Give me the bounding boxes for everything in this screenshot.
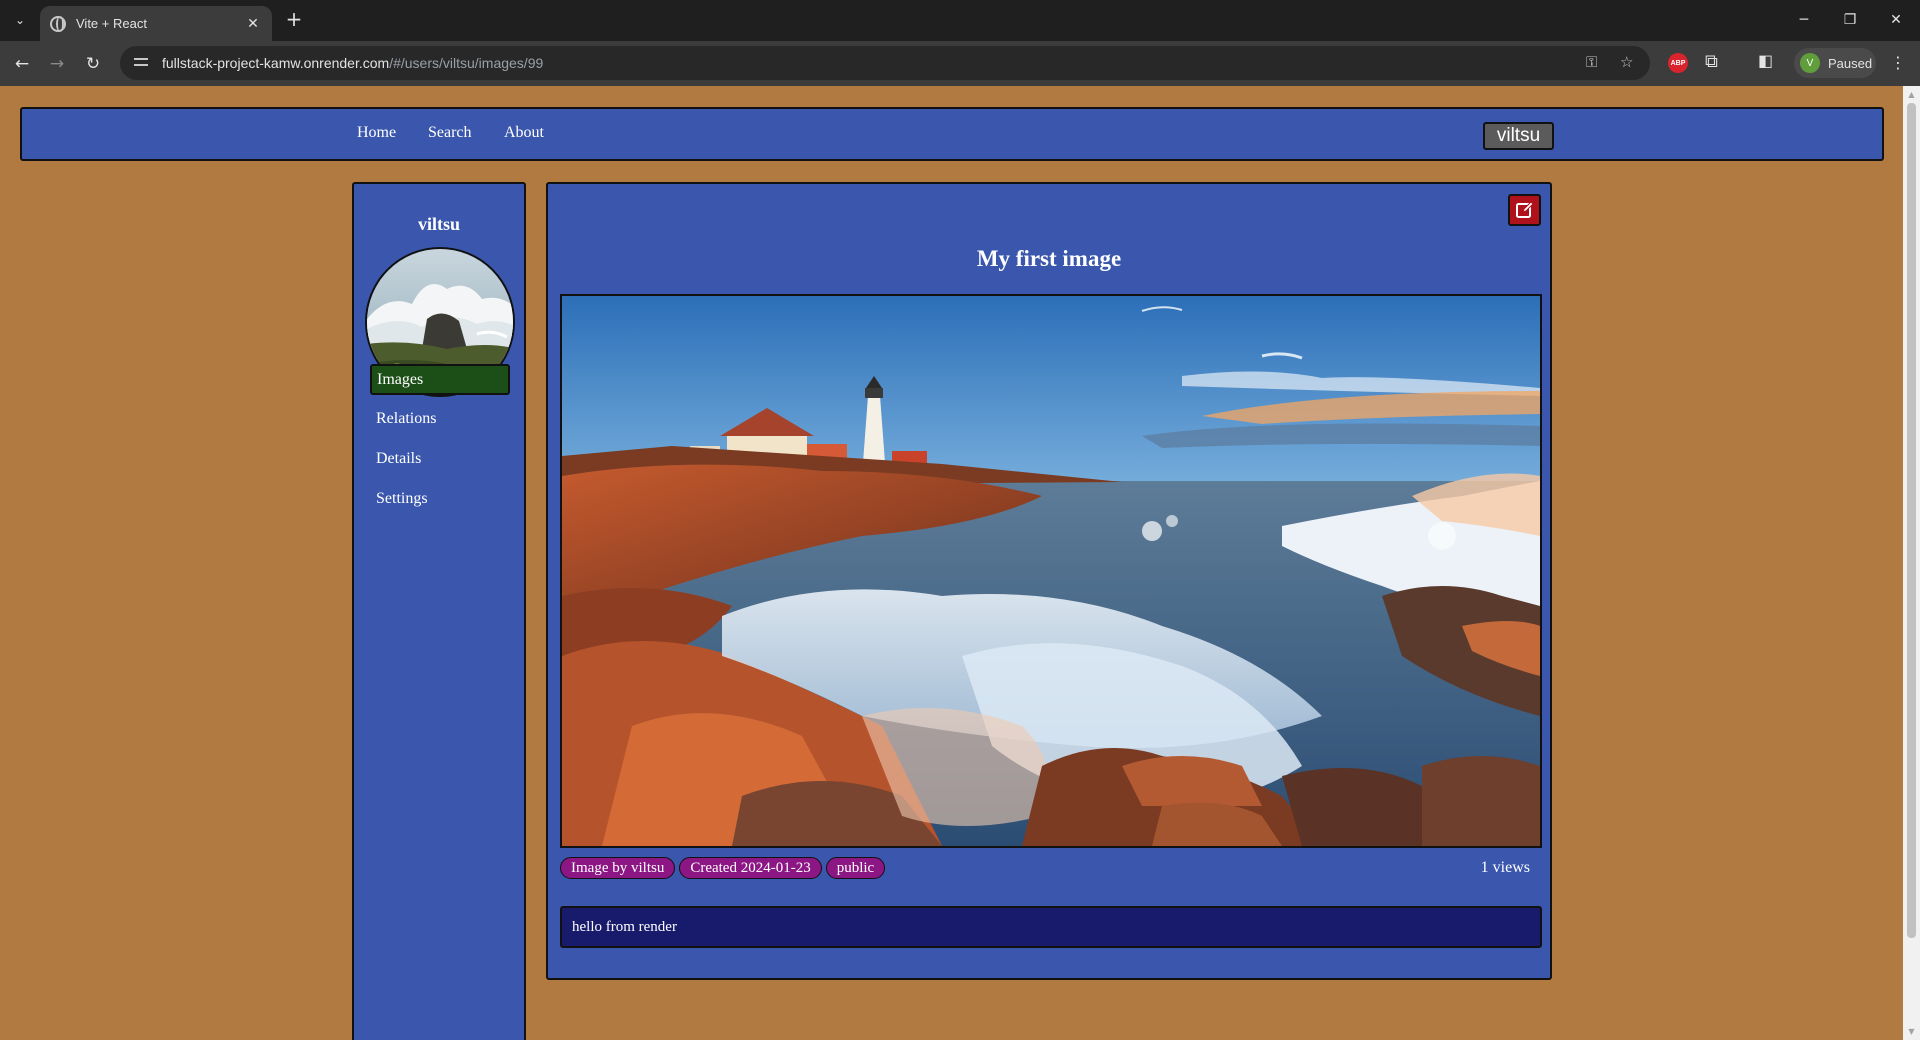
tab-strip: ⌄ Vite + React ✕ + ─ ❐ ✕: [0, 0, 1920, 41]
image-title: My first image: [976, 246, 1122, 271]
page-scrollbar[interactable]: ▲ ▼: [1903, 86, 1920, 1040]
sidebar-item-settings[interactable]: Settings: [370, 484, 510, 515]
profile-avatar: V: [1800, 53, 1820, 73]
site-info-icon[interactable]: [134, 57, 148, 69]
tab-search-chevron-icon[interactable]: ⌄: [8, 8, 32, 32]
extensions-puzzle-icon[interactable]: ⧉: [1705, 51, 1718, 72]
nav-link-about[interactable]: About: [504, 124, 544, 142]
image-description: hello from render: [560, 906, 1542, 948]
profile-button[interactable]: V Paused: [1794, 48, 1876, 78]
pencil-square-icon: [1515, 201, 1534, 218]
view-count: 1 views: [1480, 859, 1530, 876]
scroll-thumb[interactable]: [1907, 103, 1916, 938]
globe-icon: [50, 15, 66, 32]
nav-link-home[interactable]: Home: [357, 124, 396, 142]
scroll-down-arrow-icon[interactable]: ▼: [1903, 1023, 1920, 1040]
address-bar[interactable]: fullstack-project-kamw.onrender.com/#/us…: [120, 46, 1650, 80]
image-tags: Image by viltsu Created 2024-01-23 publi…: [560, 857, 886, 879]
url-host: fullstack-project-kamw.onrender.com: [162, 55, 390, 71]
sidebar-item-images[interactable]: Images: [370, 364, 510, 395]
url-text: fullstack-project-kamw.onrender.com/#/us…: [162, 55, 543, 71]
scroll-up-arrow-icon[interactable]: ▲: [1903, 86, 1920, 103]
nav-link-search[interactable]: Search: [428, 124, 472, 142]
current-user-button[interactable]: viltsu: [1483, 122, 1554, 150]
lighthouse-coast-photo: [562, 296, 1540, 846]
tab-title: Vite + React: [76, 16, 147, 31]
browser-chrome: ⌄ Vite + React ✕ + ─ ❐ ✕ ← → ↻ fullstack…: [0, 0, 1920, 86]
profile-status: Paused: [1828, 55, 1873, 71]
sidebar-item-details[interactable]: Details: [370, 444, 510, 475]
restore-icon[interactable]: ❐: [1828, 6, 1872, 34]
minimize-icon[interactable]: ─: [1782, 6, 1826, 34]
edit-button[interactable]: [1508, 194, 1541, 226]
tab-close-icon[interactable]: ✕: [244, 16, 262, 32]
image-detail-card: My first image Image by viltsu Created 2…: [546, 182, 1552, 980]
tag-created-date: Created 2024-01-23: [679, 857, 822, 879]
profile-sidebar: viltsu Images Relations Details Settings: [352, 182, 526, 1040]
tag-visibility: public: [825, 857, 886, 879]
bookmark-star-icon[interactable]: ☆: [1620, 53, 1633, 71]
side-panel-icon[interactable]: ◧: [1758, 51, 1773, 70]
top-navigation: Home Search About viltsu: [20, 107, 1884, 161]
adblock-extension-icon[interactable]: ABP: [1668, 53, 1688, 73]
sidebar-username: viltsu: [417, 214, 460, 234]
new-tab-plus-icon[interactable]: +: [282, 8, 306, 32]
forward-arrow-icon[interactable]: →: [44, 51, 70, 77]
abp-badge: ABP: [1668, 53, 1688, 73]
reload-icon[interactable]: ↻: [80, 51, 106, 77]
browser-menu-kebab-icon[interactable]: ⋮: [1888, 51, 1908, 75]
back-arrow-icon[interactable]: ←: [9, 51, 35, 77]
password-key-icon[interactable]: ⚿: [1586, 53, 1597, 71]
tag-author: Image by viltsu: [560, 857, 676, 879]
url-path: /#/users/viltsu/images/99: [389, 55, 544, 71]
browser-tab[interactable]: Vite + React ✕: [40, 6, 272, 41]
sidebar-item-relations[interactable]: Relations: [370, 404, 510, 435]
browser-toolbar: ← → ↻ fullstack-project-kamw.onrender.co…: [0, 41, 1920, 86]
window-close-icon[interactable]: ✕: [1874, 6, 1918, 34]
main-image: [560, 294, 1542, 848]
